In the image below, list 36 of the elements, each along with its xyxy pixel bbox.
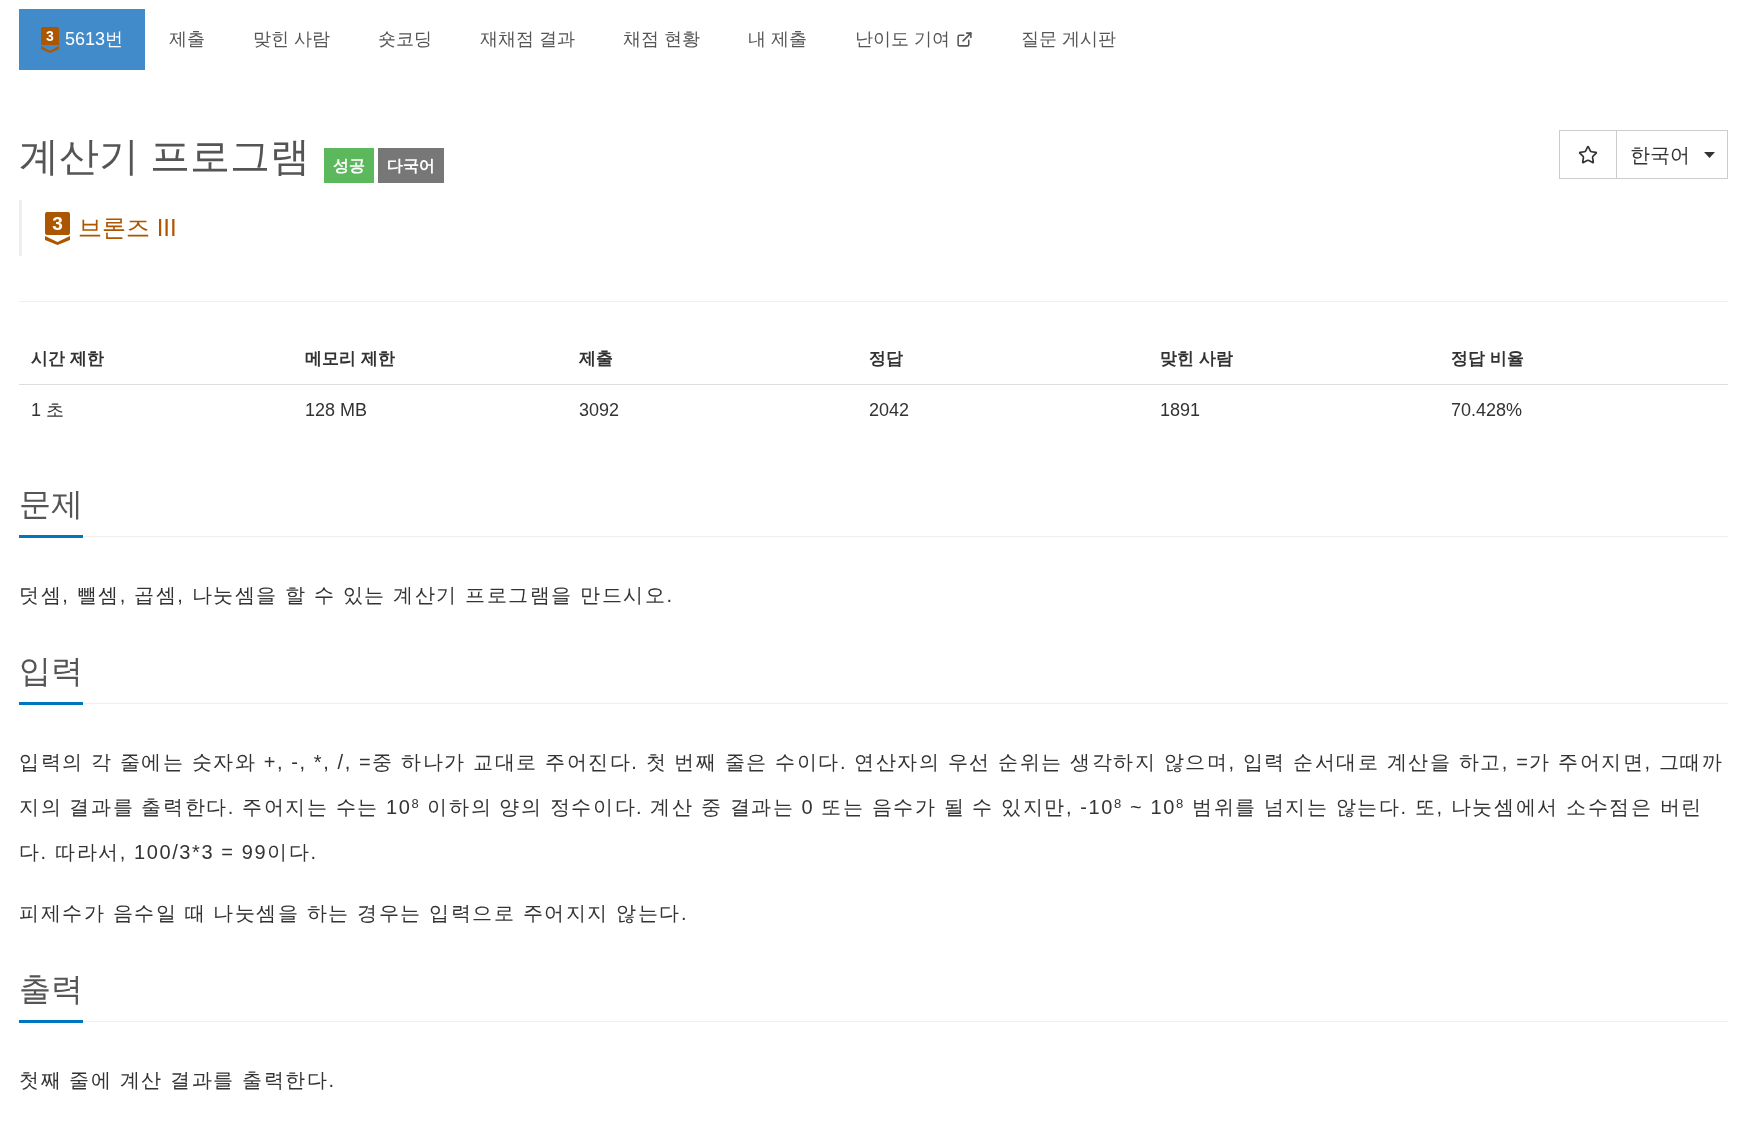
column-header: 정답 비율 [1439, 333, 1728, 385]
section-heading: 문제 [19, 487, 83, 538]
paragraph: 입력의 각 줄에는 숫자와 +, -, *, /, =중 하나가 교대로 주어진다. 첫 번째 줄은 수이다. 연산자의 우선 순위는 생각하지 않으며, 입력 순서대로 계산을 하고, =가 주어지면, 그때까지의 결과를 출력한다. 주어지는 수는 10$^{8}$ 이하의 양의 정수이다. 계산 중 결과는 0 또는 음수가 될 수 있지만, -10$^{8}$ ~ 10$^{8}$ 범위를 넘지는 않는다. 또, 나눗셈에서 소수점은 버린다. 따라서, 100/3*3 = 99이다. [19, 750, 1725, 865]
table-cell: 1891 [1148, 384, 1439, 436]
problem-title: 계산기 프로그램 [19, 133, 311, 180]
tier-name: 브론즈 III [78, 213, 177, 243]
paragraph: 덧셈, 뺄셈, 곱셈, 나눗셈을 할 수 있는 계산기 프로그램을 만드시오. [19, 583, 675, 608]
nav-tab[interactable]: 숏코딩 [354, 9, 457, 70]
table-cell: 3092 [567, 384, 857, 436]
language-dropdown[interactable]: 한국어 [1617, 130, 1728, 179]
external-link-icon [956, 31, 974, 48]
paragraph: 피제수가 음수일 때 나눗셈을 하는 경우는 입력으로 주어지지 않는다. [19, 901, 690, 926]
star-button[interactable] [1559, 130, 1617, 179]
table-cell: 1 초 [19, 384, 293, 436]
column-header: 시간 제한 [19, 333, 293, 385]
column-header: 정답 [857, 333, 1148, 385]
problem-tag: 다국어 [378, 148, 445, 183]
table-cell: 70.428% [1439, 384, 1728, 436]
nav-tab[interactable]: 3 5613번 [19, 9, 146, 70]
table-cell: 2042 [857, 384, 1148, 436]
nav-tab[interactable]: 맞힌 사람 [229, 9, 355, 70]
table-cell: 128 MB [293, 384, 567, 436]
column-header: 제출 [567, 333, 857, 385]
column-header: 메모리 제한 [293, 333, 567, 385]
paragraph: 첫째 줄에 계산 결과를 출력한다. [19, 1068, 337, 1093]
nav-tab[interactable]: 난이도 기여 [831, 9, 998, 70]
section-heading: 입력 [19, 654, 83, 705]
problem-tag: 성공 [324, 148, 375, 183]
nav-tab[interactable]: 재채점 결과 [456, 9, 600, 70]
nav-tab[interactable]: 채점 현황 [599, 9, 725, 70]
column-header: 맞힌 사람 [1148, 333, 1439, 385]
nav-tab[interactable]: 내 제출 [724, 9, 832, 70]
nav-tab[interactable]: 질문 게시판 [997, 9, 1141, 70]
caret-icon [1704, 151, 1715, 158]
section-heading: 출력 [19, 972, 83, 1023]
nav-tab[interactable]: 제출 [145, 9, 230, 70]
